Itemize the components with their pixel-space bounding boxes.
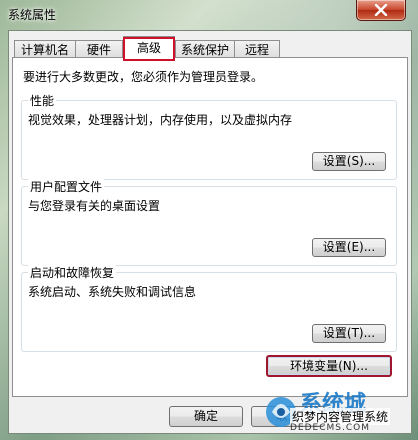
user-profiles-description: 与您登录有关的桌面设置 — [28, 199, 161, 213]
startup-recovery-description: 系统启动、系统失败和调试信息 — [28, 285, 197, 299]
advanced-panel: 要进行大多数更改，您必须作为管理员登录。 性能 视觉效果，处理器计划，内存使用，… — [12, 57, 408, 397]
window-title: 系统属性 — [8, 8, 57, 22]
ok-button[interactable]: 确定 — [169, 406, 243, 427]
admin-notice: 要进行大多数更改，您必须作为管理员登录。 — [23, 70, 264, 84]
close-button[interactable] — [356, 0, 406, 21]
title-bar[interactable]: 系统属性 — [0, 0, 418, 28]
user-profiles-settings-button[interactable]: 设置(E)... — [312, 238, 386, 257]
startup-recovery-settings-button[interactable]: 设置(T)... — [312, 324, 386, 343]
performance-group: 性能 视觉效果，处理器计划，内存使用，以及虚拟内存 设置(S)... — [21, 92, 397, 180]
performance-settings-button[interactable]: 设置(S)... — [312, 152, 386, 171]
site-watermark: 系统城 织梦内容管理系统 DEDECMS.COM — [262, 386, 412, 436]
startup-recovery-group: 启动和故障恢复 系统启动、系统失败和调试信息 设置(T)... — [21, 264, 397, 352]
performance-title: 性能 — [28, 92, 57, 109]
user-profiles-title: 用户配置文件 — [28, 178, 105, 195]
environment-variables-button[interactable]: 环境变量(N)... — [266, 355, 392, 377]
tab-highlight-box — [123, 37, 175, 61]
dialog-client: 计算机名 硬件 高级 系统保护 远程 要进行大多数更改，您必须作为管理员登录。 … — [8, 30, 412, 434]
startup-recovery-title: 启动和故障恢复 — [28, 264, 117, 281]
close-icon — [374, 4, 388, 16]
user-profiles-group: 用户配置文件 与您登录有关的桌面设置 设置(E)... — [21, 178, 397, 266]
watermark-line2: DEDECMS.COM — [290, 423, 370, 433]
performance-description: 视觉效果，处理器计划，内存使用，以及虚拟内存 — [28, 113, 293, 127]
